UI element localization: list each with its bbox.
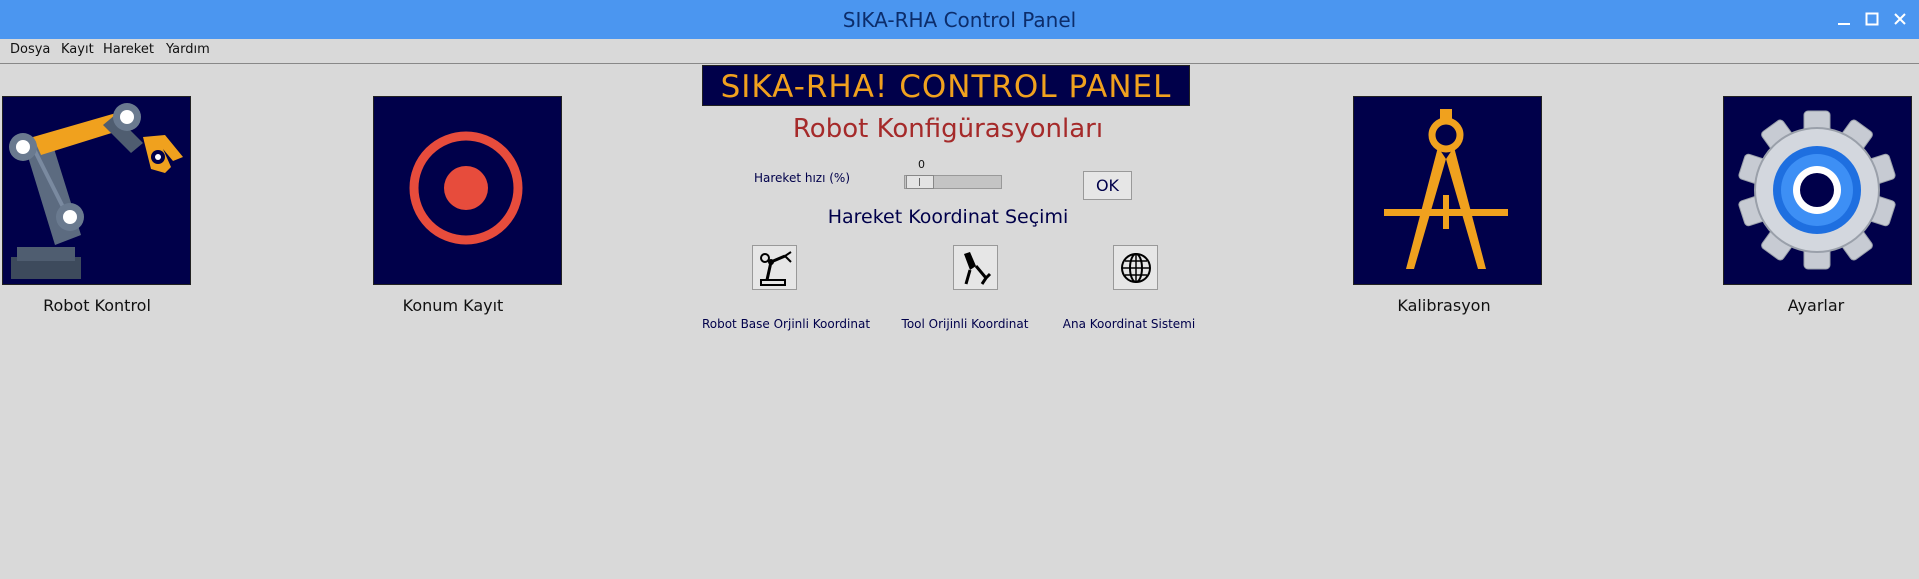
minimize-icon — [1838, 23, 1850, 25]
window-title: SIKA-RHA Control Panel — [842, 8, 1077, 32]
globe-icon — [1120, 252, 1151, 283]
menu-dosya[interactable]: Dosya — [10, 42, 50, 57]
calibration-label: Kalibrasyon — [1397, 296, 1491, 315]
banner-title: SIKA-RHA! CONTROL PANEL — [720, 69, 1172, 105]
robot-arm-outline-icon — [759, 250, 792, 286]
position-record-button[interactable] — [373, 96, 562, 285]
coord-selection-title: Hareket Koordinat Seçimi — [827, 206, 1069, 228]
close-icon — [1894, 13, 1906, 25]
tool-coord-button[interactable] — [953, 245, 998, 290]
robot-base-coord-button[interactable] — [752, 245, 797, 290]
maximize-button[interactable] — [1862, 9, 1882, 29]
record-icon — [409, 131, 523, 245]
robot-control-button[interactable] — [2, 96, 191, 285]
maximize-icon — [1865, 12, 1879, 26]
minimize-button[interactable] — [1834, 9, 1854, 29]
robot-control-label: Robot Kontrol — [43, 296, 151, 315]
world-coord-button[interactable] — [1113, 245, 1158, 290]
gripper-icon — [963, 251, 991, 285]
ok-button[interactable]: OK — [1083, 171, 1132, 200]
speed-value: 0 — [918, 158, 925, 171]
gear-icon — [1738, 110, 1896, 270]
robot-base-coord-label: Robot Base Orjinli Koordinat — [701, 317, 871, 331]
compass-icon — [1384, 109, 1508, 269]
panel-banner: SIKA-RHA! CONTROL PANEL — [702, 65, 1190, 106]
tool-coord-label: Tool Orijinli Koordinat — [901, 317, 1029, 331]
position-record-label: Konum Kayıt — [402, 296, 504, 315]
speed-label: Hareket hızı (%) — [754, 171, 851, 185]
menu-divider — [0, 63, 1919, 64]
menu-kayit[interactable]: Kayıt — [61, 42, 94, 57]
config-title: Robot Konfigürasyonları — [792, 114, 1104, 144]
calibration-button[interactable] — [1353, 96, 1542, 285]
menu-bar — [0, 39, 1919, 63]
menu-hareket[interactable]: Hareket — [103, 42, 154, 57]
close-button[interactable] — [1890, 9, 1910, 29]
world-coord-label: Ana Koordinat Sistemi — [1062, 317, 1196, 331]
settings-button[interactable] — [1723, 96, 1912, 285]
settings-label: Ayarlar — [1787, 296, 1845, 315]
robot-arm-icon — [9, 103, 183, 279]
menu-yardim[interactable]: Yardım — [166, 42, 210, 57]
speed-slider-thumb[interactable] — [906, 175, 934, 189]
